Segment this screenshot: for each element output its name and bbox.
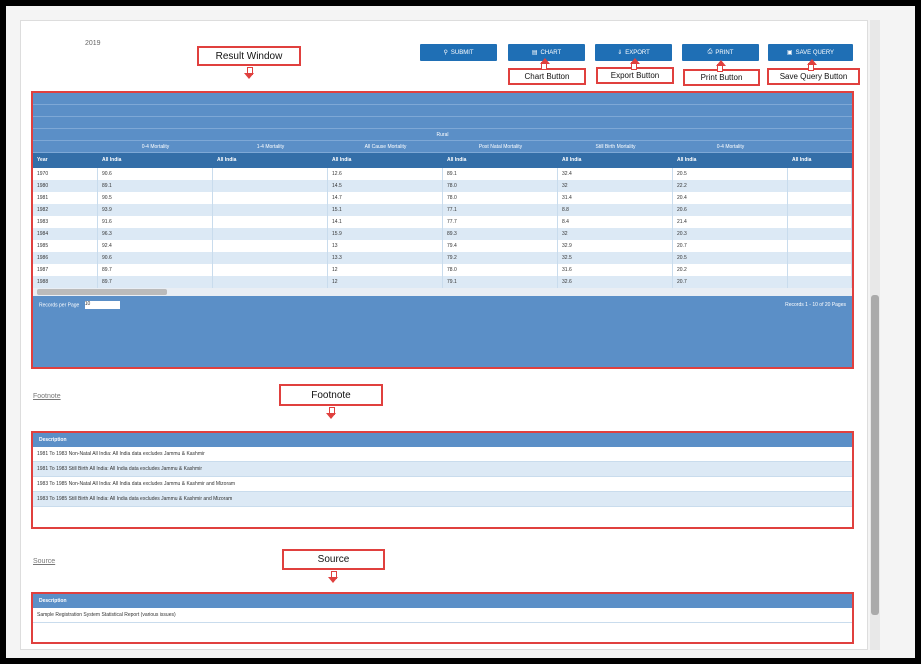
source-label: Source [33, 558, 56, 565]
bar-chart-icon: ▤ [531, 50, 538, 56]
callout-save-query-button-arrow [807, 59, 817, 71]
export-button-label: EXPORT [625, 49, 650, 56]
printer-icon: ⎙ [707, 49, 713, 55]
chart-button-label: CHART [540, 49, 562, 56]
callout-source-arrow [328, 571, 338, 583]
result-window-highlight [31, 91, 854, 369]
callout-result-window: Result Window [197, 46, 301, 66]
vertical-scrollbar-thumb[interactable] [871, 295, 879, 615]
callout-footnote: Footnote [279, 384, 383, 406]
footnote-highlight [31, 431, 854, 529]
download-icon: ⇓ [617, 50, 623, 56]
submit-button-label: SUBMIT [450, 49, 474, 56]
callout-source: Source [282, 549, 385, 570]
callout-chart-button-arrow [540, 58, 550, 70]
print-button-label: PRINT [715, 49, 734, 56]
submit-button[interactable]: ⚲ SUBMIT [420, 44, 497, 61]
callout-result-window-arrow [244, 67, 254, 79]
callout-chart-button: Chart Button [508, 68, 586, 85]
save-icon: ▣ [786, 50, 793, 56]
source-highlight [31, 592, 854, 644]
year-label: 2019 [85, 40, 101, 47]
save-query-button-label: SAVE QUERY [795, 49, 835, 56]
callout-print-button-arrow [716, 60, 726, 72]
footnote-label: Footnote [33, 393, 61, 400]
callout-footnote-arrow [326, 407, 336, 419]
print-button[interactable]: ⎙ PRINT [682, 44, 759, 61]
search-icon: ⚲ [443, 50, 448, 56]
callout-export-button-arrow [630, 58, 640, 70]
